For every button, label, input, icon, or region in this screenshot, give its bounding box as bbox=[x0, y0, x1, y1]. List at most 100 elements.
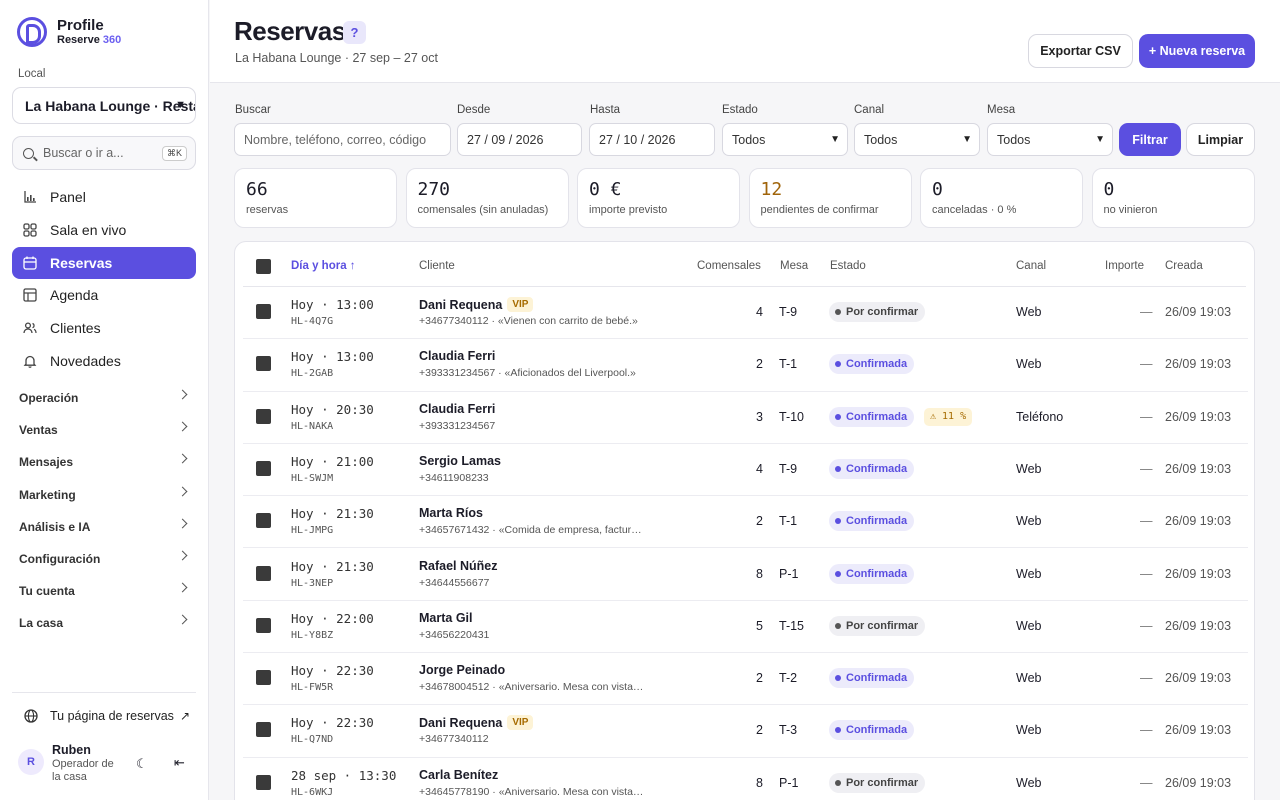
table-row[interactable]: Hoy · 13:00 HL-2GAB Claudia Ferri +39333123… bbox=[243, 339, 1248, 392]
amount: — bbox=[1140, 775, 1153, 790]
table-icon bbox=[23, 288, 37, 303]
sidebar-item-panel[interactable]: Panel bbox=[12, 181, 196, 213]
amount: — bbox=[1140, 618, 1153, 633]
status-label: Confirmada bbox=[846, 672, 908, 685]
sidebar-group-label: La casa bbox=[19, 616, 64, 631]
from-date-input[interactable]: 27 / 09 / 2026 bbox=[457, 123, 582, 156]
status-badge: Confirmada bbox=[829, 406, 915, 427]
to-date-input[interactable]: 27 / 10 / 2026 bbox=[589, 123, 715, 156]
avatar[interactable]: R bbox=[18, 749, 44, 775]
guests-count: 2 bbox=[756, 514, 763, 529]
client-name[interactable]: Jorge Peinado bbox=[419, 663, 505, 677]
local-select[interactable]: La Habana Lounge · Restaurante ▼ bbox=[12, 87, 196, 124]
amount: — bbox=[1140, 566, 1153, 581]
row-checkbox[interactable] bbox=[256, 304, 271, 319]
to-label: Hasta bbox=[590, 104, 621, 116]
row-checkbox[interactable] bbox=[256, 356, 271, 372]
search-input[interactable]: Nombre, teléfono, correo, código bbox=[234, 123, 451, 156]
sidebar-group-ventas[interactable]: Ventas bbox=[12, 414, 196, 446]
app-title: Profile bbox=[57, 16, 104, 34]
status-badge: Confirmada bbox=[829, 458, 915, 479]
table-row[interactable]: Hoy · 13:00 HL-4Q7G Dani Requena VIP +346773… bbox=[243, 287, 1248, 340]
table-select[interactable]: Todos ▼ bbox=[987, 123, 1113, 156]
sidebar-item-sala-en-vivo[interactable]: Sala en vivo bbox=[12, 214, 196, 246]
row-checkbox[interactable] bbox=[256, 513, 271, 529]
client-name[interactable]: Sergio Lamas bbox=[419, 454, 501, 468]
client-name-text: Sergio Lamas bbox=[419, 453, 501, 468]
row-checkbox[interactable] bbox=[256, 408, 271, 424]
sidebar-group-marketing[interactable]: Marketing bbox=[12, 479, 196, 511]
divider bbox=[12, 692, 196, 693]
client-name[interactable]: Carla Benítez bbox=[419, 768, 498, 782]
status-label: Confirmada bbox=[846, 462, 908, 475]
sidebar-group-operacion[interactable]: Operación bbox=[12, 382, 196, 414]
table-row[interactable]: 28 sep · 13:30 HL-6WKJ Carla Benítez +34645… bbox=[243, 758, 1248, 800]
moon-icon[interactable]: ☾ bbox=[136, 756, 148, 772]
client-name[interactable]: Claudia Ferri bbox=[419, 402, 495, 416]
status-dot-icon bbox=[835, 675, 841, 682]
client-name[interactable]: Claudia Ferri bbox=[419, 349, 495, 363]
col-date-header[interactable]: Día y hora ↑ bbox=[291, 260, 356, 272]
reservation-code: HL-NAKA bbox=[291, 420, 334, 432]
sidebar-search-input[interactable]: Buscar o ir a... ⌘K bbox=[12, 136, 196, 170]
new-reservation-button[interactable]: + Nueva reserva bbox=[1139, 34, 1255, 68]
clear-button[interactable]: Limpiar bbox=[1186, 123, 1255, 156]
status-dot-icon bbox=[835, 727, 841, 734]
sidebar-item-clientes[interactable]: Clientes bbox=[12, 312, 196, 344]
status-select[interactable]: Todos ▼ bbox=[722, 123, 848, 156]
sidebar-group-analisis-e-ia[interactable]: Análisis e IA bbox=[12, 511, 196, 543]
sidebar-group-configuracion[interactable]: Configuración bbox=[12, 543, 196, 575]
table-row[interactable]: Hoy · 21:30 HL-3NEP Rafael Núñez +346445566… bbox=[243, 549, 1248, 601]
filter-button[interactable]: Filtrar bbox=[1119, 123, 1181, 156]
status-label: Confirmada bbox=[846, 724, 908, 737]
client-details: +34611908233 bbox=[419, 471, 489, 484]
row-checkbox[interactable] bbox=[256, 722, 271, 738]
sidebar-item-novedades[interactable]: Novedades bbox=[12, 345, 196, 377]
page-header: Reservas ? La Habana Lounge · 27 sep – 2… bbox=[210, 0, 1280, 83]
app-logo[interactable]: Profile Reserve 360 bbox=[17, 17, 121, 47]
row-checkbox[interactable] bbox=[256, 670, 271, 686]
table-row[interactable]: Hoy · 20:30 HL-NAKA Claudia Ferri +39333123… bbox=[243, 392, 1248, 444]
table-row[interactable]: Hoy · 22:30 HL-FW5R Jorge Peinado +34678004… bbox=[243, 653, 1248, 706]
client-name-text: Dani Requena bbox=[419, 297, 503, 312]
table-number: T-2 bbox=[779, 671, 798, 686]
row-checkbox[interactable] bbox=[256, 460, 271, 476]
client-name[interactable]: Dani Requena VIP bbox=[419, 715, 534, 731]
status-dot-icon bbox=[835, 413, 841, 420]
row-checkbox[interactable] bbox=[256, 617, 271, 633]
sidebar-group-tu-cuenta[interactable]: Tu cuenta bbox=[12, 575, 196, 607]
public-booking-link[interactable]: Tu página de reservas ↗ bbox=[24, 709, 190, 723]
table-row[interactable]: Hoy · 22:00 HL-Y8BZ Marta Gil +34656220431 5… bbox=[243, 601, 1248, 654]
sidebar-item-agenda[interactable]: Agenda bbox=[12, 279, 196, 311]
row-checkbox[interactable] bbox=[256, 565, 271, 581]
client-name[interactable]: Marta Ríos bbox=[419, 506, 483, 520]
table-row[interactable]: Hoy · 21:30 HL-JMPG Marta Ríos +34657671432… bbox=[243, 496, 1248, 549]
status-label: Confirmada bbox=[846, 567, 908, 580]
reservations-table: Día y hora ↑ Cliente Comensales Mesa Est… bbox=[234, 241, 1255, 800]
sidebar-group-mensajes[interactable]: Mensajes bbox=[12, 446, 196, 478]
logout-icon[interactable]: ⇤ bbox=[174, 755, 185, 771]
client-name-text: Marta Ríos bbox=[419, 506, 483, 521]
reservation-time: Hoy · 20:30 bbox=[291, 401, 374, 417]
channel-select[interactable]: Todos ▼ bbox=[854, 123, 980, 156]
chevron-right-icon bbox=[177, 614, 188, 625]
row-checkbox[interactable] bbox=[256, 774, 271, 790]
select-all-checkbox[interactable] bbox=[256, 259, 271, 274]
export-csv-button[interactable]: Exportar CSV bbox=[1028, 34, 1133, 68]
user-role: Operador de la casa bbox=[52, 758, 114, 784]
help-button[interactable]: ? bbox=[343, 21, 366, 44]
table-row[interactable]: Hoy · 22:30 HL-Q7ND Dani Requena VIP +346773… bbox=[243, 705, 1248, 758]
client-name[interactable]: Dani Requena VIP bbox=[419, 297, 534, 312]
sidebar-group-label: Ventas bbox=[19, 423, 58, 438]
table-row[interactable]: Hoy · 21:00 HL-SWJM Sergio Lamas +346119082… bbox=[243, 444, 1248, 497]
channel: Web bbox=[1016, 357, 1042, 372]
reservation-time: Hoy · 22:00 bbox=[291, 610, 374, 626]
sidebar-item-reservas[interactable]: Reservas bbox=[12, 246, 196, 279]
created-at: 26/09 19:03 bbox=[1165, 305, 1232, 319]
client-details: +393331234567 · «Aficionados del Liverpo… bbox=[419, 367, 636, 380]
sidebar-group-la-casa[interactable]: La casa bbox=[12, 607, 196, 639]
client-name[interactable]: Rafael Núñez bbox=[419, 559, 498, 573]
reservation-time: Hoy · 21:30 bbox=[291, 558, 374, 574]
client-name[interactable]: Marta Gil bbox=[419, 611, 473, 625]
created-at: 26/09 19:03 bbox=[1165, 775, 1232, 790]
